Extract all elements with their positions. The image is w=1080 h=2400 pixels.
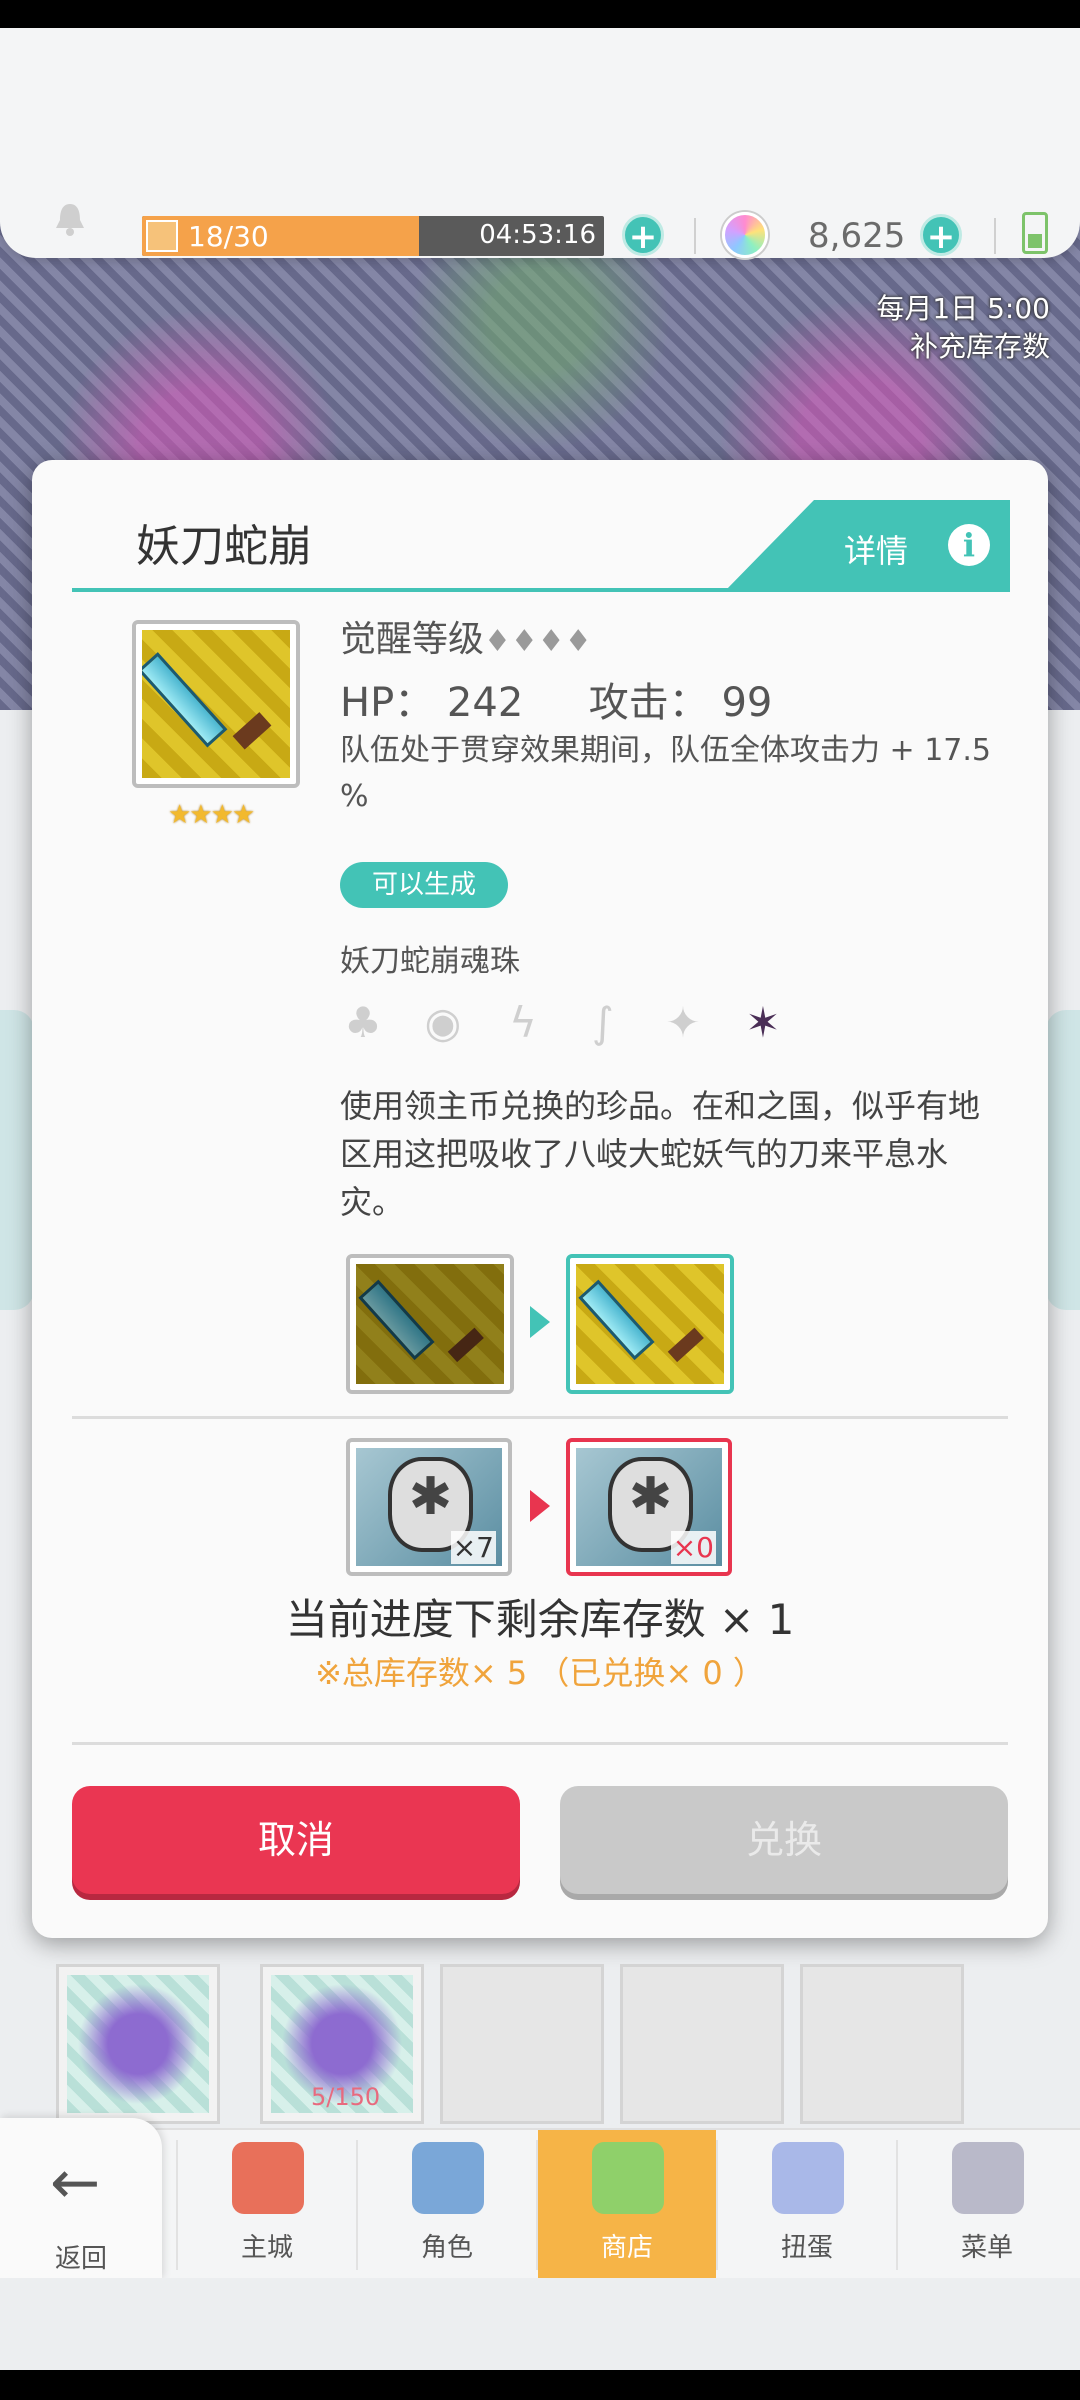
character-icon <box>412 2142 484 2214</box>
awaken-label: 觉醒等级 <box>340 619 485 660</box>
menu-icon <box>952 2142 1024 2214</box>
stamina-timer: 04:53:16 <box>479 220 596 250</box>
inventory-slot[interactable] <box>56 1964 220 2124</box>
item-title: 妖刀蛇崩 <box>136 521 312 572</box>
section-divider <box>72 1742 1008 1745</box>
nav-item-4[interactable]: 菜单 <box>898 2130 1076 2278</box>
section-divider <box>72 1416 1008 1419</box>
inventory-slot[interactable]: 5/150 <box>260 1964 424 2124</box>
earth-element-icon: ♣ <box>344 998 382 1047</box>
soul-orb-name: 妖刀蛇崩魂珠 <box>340 944 520 979</box>
arrow-right-icon <box>530 1306 550 1338</box>
gesture-area <box>0 2278 1080 2370</box>
dark-element-icon: ✶ <box>745 998 781 1047</box>
title-underline <box>72 588 1008 592</box>
inventory-slot-empty <box>800 1964 964 2124</box>
item-effect: 队伍处于贯穿效果期间，队伍全体攻击力 + 17.5 % <box>340 733 992 814</box>
attack-value: 99 <box>721 680 773 726</box>
gem-count: 8,625 <box>808 216 906 256</box>
details-label[interactable]: 详情 <box>844 526 908 572</box>
rarity-stars: ★★★★ <box>168 800 255 830</box>
stamina-bolt-icon <box>146 220 178 252</box>
nav-item-1[interactable]: 角色 <box>358 2130 536 2278</box>
element-icons: ♣ ◉ ϟ ∫ ✦ ✶ <box>340 1000 800 1060</box>
nav-item-3[interactable]: 扭蛋 <box>718 2130 896 2278</box>
system-status-bar <box>0 0 1080 28</box>
gacha-icon <box>772 2142 844 2214</box>
back-label[interactable]: 返回 <box>0 2238 162 2275</box>
system-nav-bar <box>0 2370 1080 2400</box>
item-stats: HP： 242 攻击： 99 <box>340 670 772 728</box>
back-arrow-icon: ← <box>50 2148 101 2218</box>
nav-label: 菜单 <box>960 2233 1013 2263</box>
castle-icon <box>232 2142 304 2214</box>
battery-icon <box>1022 212 1048 254</box>
gem-icon <box>722 212 768 258</box>
resource-bar: 18/30 04:53:16 + 8,625 + <box>0 28 1080 258</box>
info-icon[interactable]: i <box>948 524 990 566</box>
add-gems-button[interactable]: + <box>920 214 962 257</box>
background-side-left <box>0 1010 34 1310</box>
nav-label: 角色 <box>420 2233 473 2263</box>
nav-label: 商店 <box>600 2233 653 2263</box>
owned-coin-frame: ×7 <box>346 1438 512 1576</box>
nav-item-2[interactable]: 商店 <box>538 2130 716 2278</box>
refill-text: 补充库存数 <box>909 330 1050 363</box>
arrow-right-icon <box>530 1490 550 1522</box>
bell-icon[interactable] <box>50 198 90 238</box>
light-element-icon: ✦ <box>665 998 701 1047</box>
shop-icon <box>592 2142 664 2214</box>
nav-item-0[interactable]: 主城 <box>178 2130 356 2278</box>
craftable-badge: 可以生成 <box>340 862 508 908</box>
cancel-button[interactable]: 取消 <box>72 1786 520 1894</box>
sword-icon <box>356 1264 504 1384</box>
inventory-slot-empty <box>620 1964 784 2124</box>
sword-icon <box>576 1264 724 1384</box>
refill-date: 每月1日 5:00 <box>876 292 1050 325</box>
attack-label: 攻击： <box>588 680 709 726</box>
item-image-frame <box>132 620 300 788</box>
add-stamina-button[interactable]: + <box>622 214 664 257</box>
stamina-bar: 18/30 04:53:16 <box>142 216 604 256</box>
awaken-diamonds: ♦♦♦♦ <box>484 624 592 659</box>
lightning-element-icon: ϟ <box>509 998 537 1047</box>
ring-element-icon: ◉ <box>424 998 462 1047</box>
inventory-slot-empty <box>440 1964 604 2124</box>
item-thumbnail <box>67 1975 209 2113</box>
hp-value: 242 <box>446 680 524 726</box>
wind-element-icon: ∫ <box>592 998 614 1047</box>
stamina-fill <box>142 216 420 256</box>
current-form-frame <box>346 1254 514 1394</box>
inventory-count: 5/150 <box>311 2083 381 2111</box>
background-side-right <box>1046 1010 1080 1310</box>
nav-label: 主城 <box>240 2233 293 2263</box>
stamina-count: 18/30 <box>188 220 269 253</box>
item-exchange-dialog: 妖刀蛇崩 详情 i ★★★★ 觉醒等级♦♦♦♦ HP： 242 攻击： 99 队… <box>32 460 1048 1938</box>
divider <box>694 218 696 254</box>
awaken-level: 觉醒等级♦♦♦♦ <box>340 610 592 662</box>
exchange-button[interactable]: 兑换 <box>560 1786 1008 1894</box>
owned-coin-count: ×7 <box>450 1531 496 1564</box>
refill-notice: 每月1日 5:00 补充库存数 <box>876 290 1050 366</box>
nav-label: 扭蛋 <box>780 2233 833 2263</box>
sword-icon <box>142 630 290 778</box>
stock-remaining: 当前进度下剩余库存数 × 1 <box>285 1595 795 1644</box>
hp-label: HP： <box>340 680 435 726</box>
remaining-coin-frame: ×0 <box>566 1438 732 1576</box>
divider <box>994 218 996 254</box>
remaining-coin-count: ×0 <box>670 1531 716 1564</box>
awakened-form-frame <box>566 1254 734 1394</box>
stock-note: ※总库存数× 5 （已兑换× 0 ） <box>315 1654 765 1692</box>
item-description: 使用领主币兑换的珍品。在和之国，似乎有地区用这把吸收了八岐大蛇妖气的刀来平息水灾… <box>340 1087 981 1221</box>
